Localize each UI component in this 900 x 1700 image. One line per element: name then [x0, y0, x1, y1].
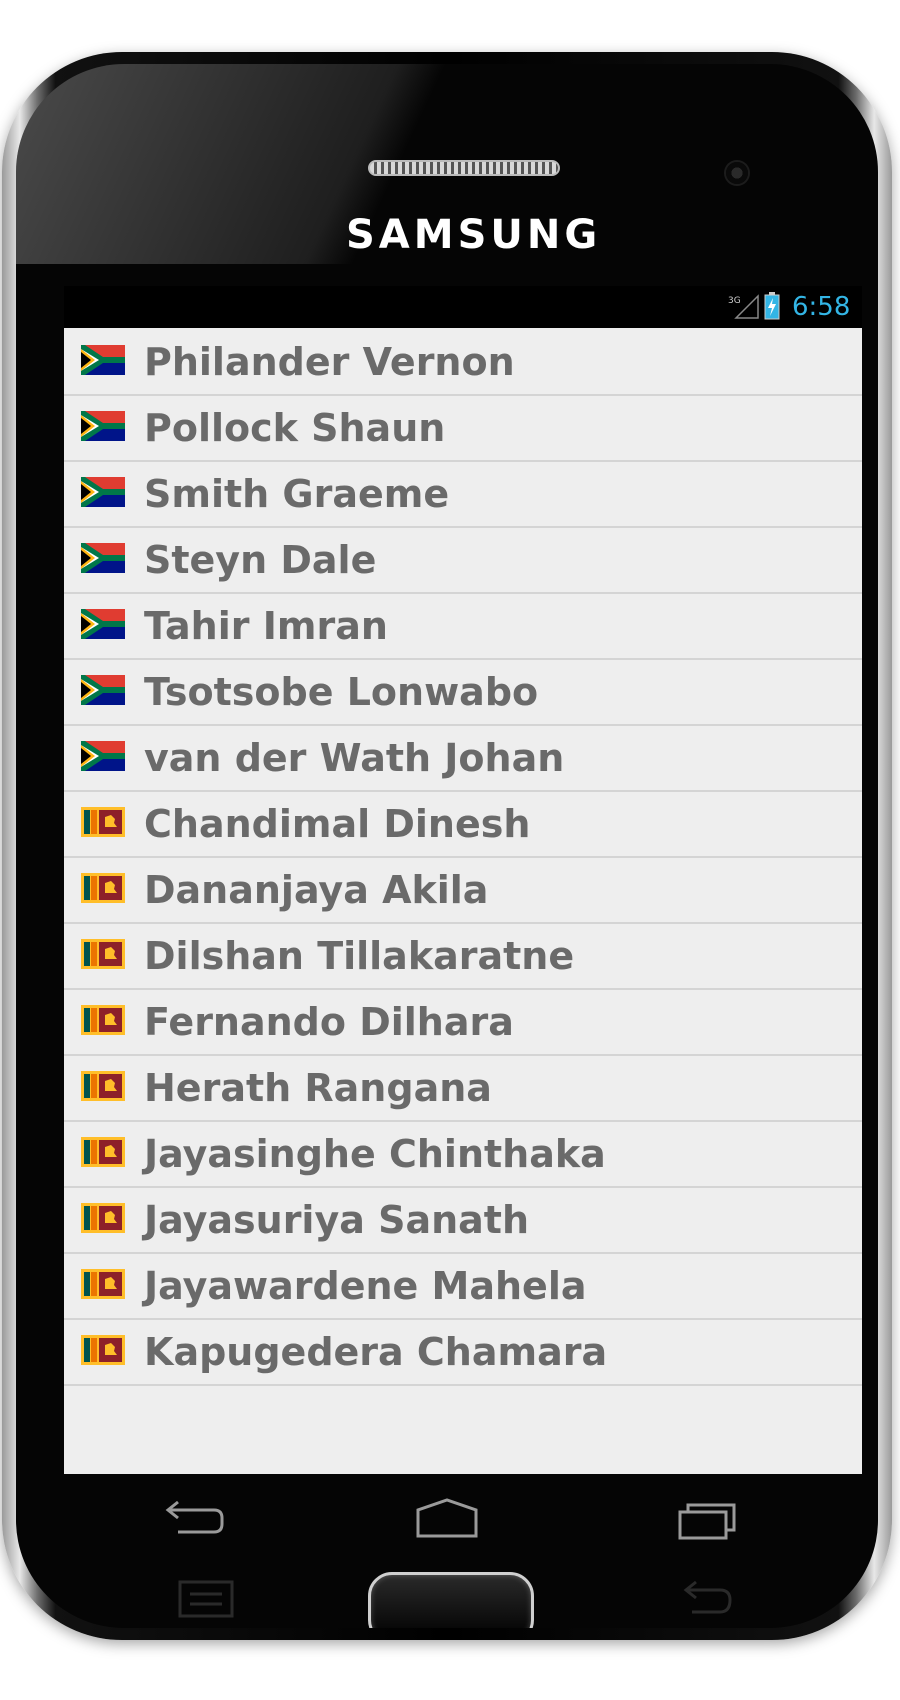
list-item[interactable]: Steyn Dale — [64, 528, 862, 594]
player-name: Steyn Dale — [144, 538, 377, 582]
phone-frame: SAMSUNG 3G 6:58 Philander Vernon Pollock … — [2, 52, 892, 1640]
player-name: Herath Rangana — [144, 1066, 492, 1110]
south-africa-flag-icon — [81, 543, 125, 573]
sri-lanka-flag-icon — [81, 807, 125, 837]
hardware-home-button[interactable] — [368, 1572, 534, 1628]
status-time: 6:58 — [792, 292, 851, 322]
phone-body: SAMSUNG 3G 6:58 Philander Vernon Pollock … — [16, 64, 878, 1628]
south-africa-flag-icon — [81, 609, 125, 639]
front-camera-icon — [724, 160, 750, 186]
home-icon[interactable] — [412, 1494, 482, 1544]
south-africa-flag-icon — [81, 477, 125, 507]
sri-lanka-flag-icon — [81, 939, 125, 969]
player-name: Chandimal Dinesh — [144, 802, 531, 846]
player-name: Jayasinghe Chinthaka — [144, 1132, 606, 1176]
player-name: Tsotsobe Lonwabo — [144, 670, 539, 714]
sri-lanka-flag-icon — [81, 1071, 125, 1101]
player-name: Pollock Shaun — [144, 406, 446, 450]
list-item[interactable]: Chandimal Dinesh — [64, 792, 862, 858]
list-item[interactable]: Tsotsobe Lonwabo — [64, 660, 862, 726]
south-africa-flag-icon — [81, 411, 125, 441]
device-screen: 3G 6:58 Philander Vernon Pollock Shaun Smi… — [64, 286, 862, 1474]
status-bar: 3G 6:58 — [64, 286, 862, 328]
south-africa-flag-icon — [81, 741, 125, 771]
battery-charging-icon — [764, 292, 780, 320]
list-item[interactable]: Fernando Dilhara — [64, 990, 862, 1056]
signal-3g-icon: 3G — [728, 294, 759, 319]
player-name: Jayasuriya Sanath — [144, 1198, 530, 1242]
list-item[interactable]: Pollock Shaun — [64, 396, 862, 462]
player-list[interactable]: Philander Vernon Pollock Shaun Smith Graem… — [64, 330, 862, 1386]
menu-key-icon[interactable] — [176, 1574, 236, 1624]
list-item[interactable]: Herath Rangana — [64, 1056, 862, 1122]
list-item[interactable]: Jayasuriya Sanath — [64, 1188, 862, 1254]
sri-lanka-flag-icon — [81, 1335, 125, 1365]
list-item[interactable]: Kapugedera Chamara — [64, 1320, 862, 1386]
sri-lanka-flag-icon — [81, 1203, 125, 1233]
list-item[interactable]: van der Wath Johan — [64, 726, 862, 792]
player-name: Philander Vernon — [144, 340, 515, 384]
network-type-label: 3G — [728, 296, 741, 306]
player-name: Kapugedera Chamara — [144, 1330, 608, 1374]
south-africa-flag-icon — [81, 675, 125, 705]
player-name: Dananjaya Akila — [144, 868, 489, 912]
list-item[interactable]: Tahir Imran — [64, 594, 862, 660]
south-africa-flag-icon — [81, 345, 125, 375]
brand-logo: SAMSUNG — [346, 212, 602, 258]
list-item[interactable]: Jayawardene Mahela — [64, 1254, 862, 1320]
recent-apps-icon[interactable] — [676, 1494, 746, 1544]
list-item[interactable]: Philander Vernon — [64, 330, 862, 396]
player-name: van der Wath Johan — [144, 736, 565, 780]
sri-lanka-flag-icon — [81, 1269, 125, 1299]
list-item[interactable]: Jayasinghe Chinthaka — [64, 1122, 862, 1188]
player-name: Tahir Imran — [144, 604, 388, 648]
player-name: Jayawardene Mahela — [144, 1264, 587, 1308]
earpiece-speaker — [368, 160, 560, 176]
list-item[interactable]: Dilshan Tillakaratne — [64, 924, 862, 990]
list-item[interactable]: Smith Graeme — [64, 462, 862, 528]
sri-lanka-flag-icon — [81, 1005, 125, 1035]
player-name: Smith Graeme — [144, 472, 450, 516]
sri-lanka-flag-icon — [81, 873, 125, 903]
sri-lanka-flag-icon — [81, 1137, 125, 1167]
list-item[interactable]: Dananjaya Akila — [64, 858, 862, 924]
player-name: Fernando Dilhara — [144, 1000, 514, 1044]
back-icon[interactable] — [156, 1494, 226, 1544]
back-key-icon[interactable] — [676, 1574, 736, 1624]
player-name: Dilshan Tillakaratne — [144, 934, 575, 978]
